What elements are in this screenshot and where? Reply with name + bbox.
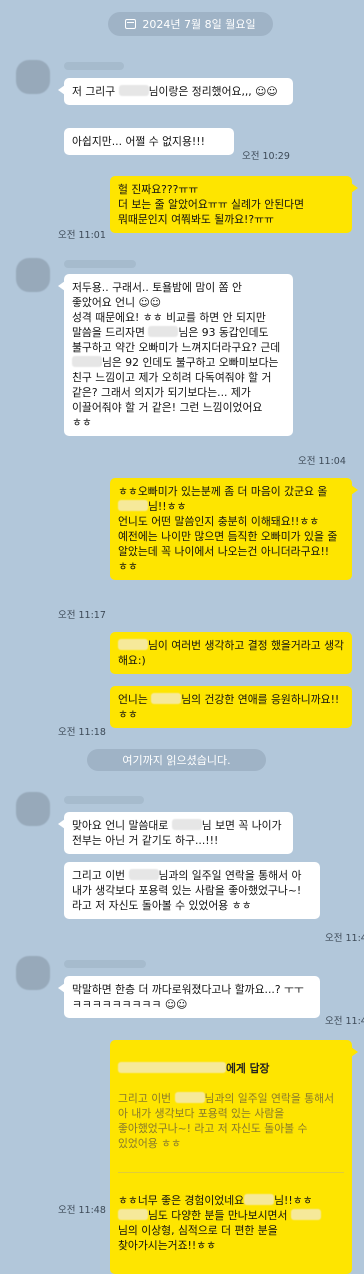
redacted-name bbox=[118, 639, 148, 650]
reply-header: 에게 답장 bbox=[118, 1061, 344, 1076]
message-bubble[interactable]: 헐 진짜요???ㅠㅠ 더 보는 줄 알았어요ㅠㅠ 실례가 안된다면 뭐때문인지 … bbox=[110, 176, 358, 233]
message-text: 저 그리구 bbox=[72, 85, 119, 98]
redacted-name bbox=[118, 1062, 226, 1073]
message-bubble[interactable]: 언니는 님의 건강한 연애를 응원하니까요!!ㅎㅎ bbox=[110, 686, 352, 728]
message-text: 님의 이상형, 심적으로 더 편한 분을 찾아가시는거죠!!ㅎㅎ bbox=[118, 1224, 278, 1252]
message-bubble[interactable]: ㅎㅎ오빠미가 있는분께 좀 더 마음이 갔군요 올 님!!ㅎㅎ 언니도 어떤 말… bbox=[110, 478, 358, 580]
sender-name bbox=[64, 960, 146, 968]
message-time: 오전 11:18 bbox=[58, 727, 106, 738]
message-bubble[interactable]: 저 그리구 님이랑은 정리했어요,,, ☺☺ bbox=[58, 78, 293, 105]
message-bubble[interactable]: 저두용.. 구래서.. 토욜밤에 맘이 쫌 안 좋았어요 언니 ☺☺ 성격 때문… bbox=[58, 274, 293, 436]
sender-name bbox=[64, 62, 124, 70]
redacted-name bbox=[171, 819, 202, 830]
message-text: 언니는 bbox=[118, 693, 152, 706]
date-label: 2024년 7월 8일 월요일 bbox=[142, 18, 256, 31]
message-time: 오전 11:41 bbox=[325, 933, 364, 944]
quoted-text: 그리고 이번 bbox=[118, 1092, 175, 1105]
redacted-name bbox=[128, 869, 159, 880]
message-time: 오전 11:48 bbox=[58, 1205, 106, 1216]
message-text: 님은 92 인데도 불구하고 오빠미보다는 친구 느낌이고 제가 오히려 다독여… bbox=[72, 356, 279, 429]
date-divider: 2024년 7월 8일 월요일 bbox=[108, 12, 273, 36]
message-text: 님이랑은 정리했어요,,, ☺☺ bbox=[148, 85, 278, 98]
message-bubble[interactable]: 아쉽지만... 어쩔 수 없지용!!! bbox=[64, 128, 234, 155]
message-bubble[interactable]: 맞아요 언니 말씀대로 님 보면 꼭 나이가 전부는 아닌 거 같기도 하구..… bbox=[58, 812, 293, 854]
read-marker: 여기까지 읽으셨습니다. bbox=[87, 749, 266, 771]
redacted-name bbox=[118, 1209, 148, 1220]
message-bubble[interactable]: 막말하면 한층 더 까다로워졌다고나 할까요...? ㅜㅜ ㅋㅋㅋㅋㅋㅋㅋㅋㅋ … bbox=[58, 976, 320, 1018]
message-text: 님!!ㅎㅎ 언니도 어떤 말씀인지 충분히 이해돼요!!ㅎㅎ 예전에는 나이만 … bbox=[118, 500, 338, 573]
message-time: 오전 11:01 bbox=[58, 230, 106, 241]
calendar-icon bbox=[125, 19, 137, 29]
reply-divider bbox=[118, 1172, 344, 1173]
redacted-name bbox=[290, 1209, 321, 1220]
reply-target-label: 에게 답장 bbox=[226, 1062, 270, 1075]
sender-name bbox=[64, 260, 136, 268]
message-time: 오전 11:04 bbox=[298, 456, 346, 467]
message-text: 맞아요 언니 말씀대로 bbox=[72, 819, 172, 832]
message-bubble[interactable]: 님이 여러번 생각하고 결정 했을거라고 생각 해요:) bbox=[110, 632, 352, 674]
message-time: 오전 10:29 bbox=[242, 151, 290, 162]
reply-text: ㅎㅎ너무 좋은 경험이었네요 님!!ㅎㅎ 님도 다양한 분들 만나보시면서 님의 … bbox=[118, 1193, 344, 1253]
avatar[interactable] bbox=[16, 956, 50, 990]
message-text: 님도 다양한 분들 만나보시면서 bbox=[148, 1209, 291, 1222]
message-text: 아쉽지만... 어쩔 수 없지용!!! bbox=[72, 135, 205, 148]
message-time: 오전 11:42 bbox=[325, 1016, 364, 1027]
redacted-name bbox=[72, 356, 102, 367]
redacted-name bbox=[118, 85, 149, 96]
message-text: ㅎㅎ오빠미가 있는분께 좀 더 마음이 갔군요 올 bbox=[118, 485, 328, 498]
quoted-message[interactable]: 그리고 이번 님과의 일주일 연락을 통해서 아 내가 생각보다 포용력 있는 … bbox=[118, 1091, 344, 1151]
redacted-name bbox=[118, 500, 148, 511]
reply-message-bubble[interactable]: 에게 답장 그리고 이번 님과의 일주일 연락을 통해서 아 내가 생각보다 포… bbox=[110, 1040, 358, 1274]
message-bubble[interactable]: 그리고 이번 님과의 일주일 연락을 통해서 아 내가 생각보다 포용력 있는 … bbox=[64, 862, 320, 919]
message-text: ㅎㅎ너무 좋은 경험이었네요 bbox=[118, 1194, 245, 1207]
message-text: 님이 여러번 생각하고 결정 했을거라고 생각 해요:) bbox=[118, 639, 344, 667]
message-text: 헐 진짜요???ㅠㅠ 더 보는 줄 알았어요ㅠㅠ 실례가 안된다면 뭐때문인지 … bbox=[118, 183, 305, 226]
avatar[interactable] bbox=[16, 792, 50, 826]
message-text: 막말하면 한층 더 까다로워졌다고나 할까요...? ㅜㅜ ㅋㅋㅋㅋㅋㅋㅋㅋㅋ … bbox=[72, 983, 304, 1011]
sender-name bbox=[64, 796, 144, 804]
redacted-name bbox=[244, 1194, 275, 1205]
redacted-name bbox=[148, 326, 179, 337]
avatar[interactable] bbox=[16, 60, 50, 94]
avatar[interactable] bbox=[16, 258, 50, 292]
redacted-name bbox=[151, 693, 182, 704]
message-text: 님!!ㅎㅎ bbox=[274, 1194, 313, 1207]
message-time: 오전 11:17 bbox=[58, 610, 106, 621]
message-text: 그리고 이번 bbox=[72, 869, 129, 882]
redacted-name bbox=[174, 1092, 205, 1103]
